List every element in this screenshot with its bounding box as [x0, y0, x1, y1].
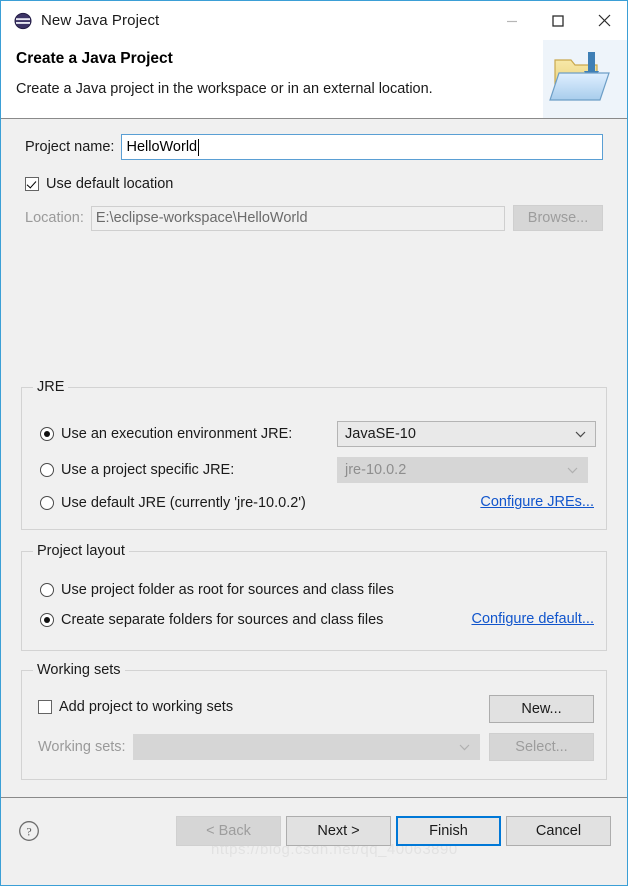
finish-button[interactable]: Finish	[396, 816, 501, 846]
jre-group: JRE Use an execution environment JRE: Ja…	[21, 379, 607, 530]
window-controls	[489, 1, 627, 40]
radio-project-specific-label: Use a project specific JRE:	[61, 462, 235, 478]
radio-default-jre-indicator[interactable]	[40, 496, 54, 510]
next-button[interactable]: Next >	[286, 816, 391, 846]
dialog-body: Project name: HelloWorld Use default loc…	[1, 119, 627, 864]
working-sets-group: Working sets Add project to working sets…	[21, 662, 607, 780]
new-working-set-button[interactable]: New...	[489, 695, 594, 723]
project-layout-group-title: Project layout	[33, 543, 129, 559]
radio-execution-environment-jre[interactable]: Use an execution environment JRE:	[40, 424, 292, 444]
location-input: E:\eclipse-workspace\HelloWorld	[90, 205, 505, 231]
select-working-set-button: Select...	[489, 733, 594, 761]
java-project-folder-icon	[543, 40, 627, 118]
text-caret	[198, 138, 200, 156]
project-name-value: HelloWorld	[126, 139, 198, 155]
chevron-down-icon	[575, 426, 586, 442]
radio-project-folder-root-indicator[interactable]	[40, 583, 54, 597]
wizard-banner: Create a Java Project Create a Java proj…	[1, 40, 627, 119]
jre-group-title: JRE	[33, 379, 69, 395]
project-specific-jre-value: jre-10.0.2	[345, 462, 407, 478]
back-button: < Back	[176, 816, 281, 846]
eclipse-sphere-icon	[14, 12, 32, 30]
radio-default-jre[interactable]: Use default JRE (currently 'jre-10.0.2')	[40, 493, 306, 513]
wizard-buttons: < Back Next > Finish Cancel	[171, 816, 611, 846]
project-name-row: Project name: HelloWorld	[1, 133, 627, 161]
radio-execution-environment-label: Use an execution environment JRE:	[61, 426, 293, 442]
location-label: Location:	[25, 210, 84, 226]
footer-bar: ? https://blog.csdn.net/qq_40063890 < Ba…	[1, 798, 627, 864]
project-name-input[interactable]: HelloWorld	[121, 134, 603, 160]
radio-project-folder-root[interactable]: Use project folder as root for sources a…	[40, 580, 394, 600]
add-to-working-sets-row[interactable]: Add project to working sets	[38, 697, 233, 717]
execution-environment-value: JavaSE-10	[345, 426, 416, 442]
working-sets-group-title: Working sets	[33, 662, 125, 678]
radio-project-folder-root-label: Use project folder as root for sources a…	[61, 582, 394, 598]
working-sets-label: Working sets:	[38, 739, 126, 755]
project-specific-jre-dropdown: jre-10.0.2	[337, 457, 588, 483]
title-bar: New Java Project	[1, 1, 627, 40]
chevron-down-icon-working-sets	[459, 739, 470, 755]
project-layout-group: Project layout Use project folder as roo…	[21, 543, 607, 651]
location-row: Location: E:\eclipse-workspace\HelloWorl…	[1, 205, 627, 231]
new-java-project-dialog: New Java Project Create a Java Project C…	[0, 0, 628, 886]
browse-button: Browse...	[513, 205, 603, 231]
project-name-label: Project name:	[25, 139, 115, 155]
cancel-button[interactable]: Cancel	[506, 816, 611, 846]
use-default-location-row[interactable]: Use default location	[25, 176, 173, 192]
radio-separate-folders[interactable]: Create separate folders for sources and …	[40, 610, 383, 630]
radio-project-specific-indicator[interactable]	[40, 463, 54, 477]
radio-project-specific-jre[interactable]: Use a project specific JRE:	[40, 460, 234, 480]
execution-environment-dropdown[interactable]: JavaSE-10	[337, 421, 596, 447]
use-default-location-checkbox[interactable]	[25, 177, 39, 191]
working-sets-row: Working sets: Select...	[38, 733, 594, 761]
radio-separate-folders-label: Create separate folders for sources and …	[61, 612, 384, 628]
use-default-location-label: Use default location	[46, 176, 174, 192]
working-sets-dropdown	[132, 734, 480, 760]
add-to-working-sets-checkbox[interactable]	[38, 700, 52, 714]
window-title: New Java Project	[41, 12, 160, 29]
page-description: Create a Java project in the workspace o…	[16, 81, 433, 97]
close-icon[interactable]	[581, 1, 627, 40]
maximize-icon[interactable]	[535, 1, 581, 40]
add-to-working-sets-label: Add project to working sets	[59, 699, 234, 715]
radio-execution-environment-indicator[interactable]	[40, 427, 54, 441]
radio-separate-folders-indicator[interactable]	[40, 613, 54, 627]
location-value: E:\eclipse-workspace\HelloWorld	[95, 210, 308, 226]
configure-jres-link[interactable]: Configure JREs...	[480, 494, 594, 510]
chevron-down-icon-disabled	[567, 462, 578, 478]
svg-text:?: ?	[26, 825, 31, 839]
configure-default-link[interactable]: Configure default...	[471, 611, 594, 627]
radio-default-jre-label: Use default JRE (currently 'jre-10.0.2')	[61, 495, 306, 511]
minimize-icon[interactable]	[489, 1, 535, 40]
help-question-icon[interactable]: ?	[18, 820, 40, 842]
page-title: Create a Java Project	[16, 50, 173, 67]
